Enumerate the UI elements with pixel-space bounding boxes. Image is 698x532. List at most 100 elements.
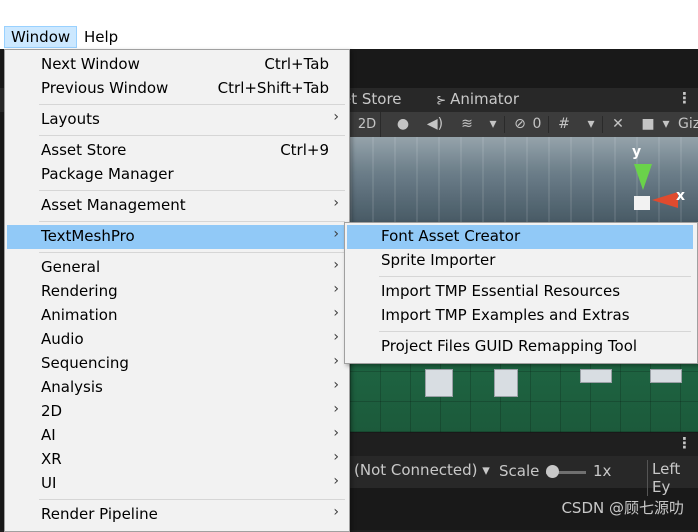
chevron-right-icon: › [333, 401, 339, 417]
chevron-right-icon: › [333, 329, 339, 345]
menu-item-asset-management[interactable]: Asset Management › [7, 194, 347, 218]
grid-dropdown-icon[interactable]: ▾ [584, 112, 598, 137]
menu-item-label: Import TMP Examples and Extras [381, 306, 630, 324]
menu-item-layouts[interactable]: Layouts › [7, 108, 347, 132]
scene-object [650, 369, 682, 383]
chevron-right-icon: › [333, 449, 339, 465]
game-view-toolbar: (Not Connected) ▾ Scale 1x Left Ey [350, 456, 698, 496]
menu-window[interactable]: Window [4, 26, 78, 48]
chevron-right-icon: › [333, 281, 339, 297]
game-view-tab-strip: ⋮ [350, 433, 698, 456]
gizmos-button[interactable]: Giz [678, 112, 698, 137]
menu-item-label: Analysis [41, 378, 103, 396]
menu-item-xr[interactable]: XR › [7, 448, 347, 472]
menu-item-ai[interactable]: AI › [7, 424, 347, 448]
effects-dropdown-icon[interactable]: ▾ [486, 112, 500, 137]
chevron-right-icon: › [333, 473, 339, 489]
menu-item-label: TextMeshPro [41, 227, 135, 245]
window-menu-dropdown: Next Window Ctrl+Tab Previous Window Ctr… [4, 49, 350, 532]
display-target-label: (Not Connected) [354, 461, 478, 479]
menu-item-next-window[interactable]: Next Window Ctrl+Tab [7, 53, 347, 77]
chevron-right-icon: › [333, 109, 339, 125]
chevron-right-icon: › [333, 226, 339, 242]
camera-dropdown-icon[interactable]: ▾ [660, 112, 672, 137]
scene-object [494, 369, 518, 397]
tools-icon[interactable]: ✕ [608, 112, 628, 137]
menu-item-general[interactable]: General › [7, 256, 347, 280]
menu-item-audio[interactable]: Audio › [7, 328, 347, 352]
menu-item-animation[interactable]: Animation › [7, 304, 347, 328]
chevron-right-icon: › [333, 353, 339, 369]
axis-y-cone-icon[interactable] [634, 164, 652, 190]
menu-item-rendering[interactable]: Rendering › [7, 280, 347, 304]
orientation-gizmo[interactable]: y x [600, 144, 690, 228]
scale-value: 1x [593, 462, 612, 480]
submenu-item-import-examples-extras[interactable]: Import TMP Examples and Extras [347, 304, 693, 328]
menu-item-previous-window[interactable]: Previous Window Ctrl+Shift+Tab [7, 77, 347, 101]
hidden-count: 0 [532, 116, 542, 132]
scale-slider-handle[interactable] [546, 465, 559, 478]
submenu-item-guid-remapping-tool[interactable]: Project Files GUID Remapping Tool [347, 335, 693, 359]
animator-icon: ⊱ [436, 93, 447, 107]
audio-icon[interactable]: ◀) [426, 112, 444, 137]
menu-item-label: Render Pipeline [41, 505, 158, 523]
scene-visibility-icon[interactable]: ⊘ [510, 112, 530, 137]
menu-item-label: Asset Management [41, 196, 186, 214]
menu-item-label: Animation [41, 306, 118, 324]
chevron-right-icon: › [333, 257, 339, 273]
menu-item-label: Font Asset Creator [381, 227, 521, 245]
scene-toolbar: 2D ● ◀) ≋ ▾ ⊘ 0 # ▾ ✕ ■ ▾ Giz [350, 112, 698, 137]
menu-item-label: UI [41, 474, 57, 492]
submenu-item-sprite-importer[interactable]: Sprite Importer [347, 249, 693, 273]
axis-y-label: y [632, 144, 642, 160]
eye-selector-dropdown[interactable]: Left Ey [647, 460, 698, 496]
axis-x-label: x [676, 188, 686, 204]
menu-item-label: Next Window [41, 55, 140, 73]
menu-help[interactable]: Help [78, 26, 124, 48]
scale-label: Scale [499, 462, 540, 480]
scene-object [425, 369, 453, 397]
chevron-right-icon: › [333, 377, 339, 393]
grid-snap-icon[interactable]: # [554, 112, 574, 137]
menu-item-package-manager[interactable]: Package Manager [7, 163, 347, 187]
tab-animator-label: Animator [450, 90, 520, 108]
menu-item-label: Asset Store [41, 141, 127, 159]
menu-item-label: Sprite Importer [381, 251, 496, 269]
display-target-dropdown[interactable]: (Not Connected) ▾ [354, 461, 490, 479]
watermark: CSDN @顾七源叻 [561, 499, 684, 517]
gizmo-center-cube-icon[interactable] [634, 196, 650, 210]
chevron-right-icon: › [333, 305, 339, 321]
menu-item-label: Package Manager [41, 165, 174, 183]
chevron-right-icon: › [333, 504, 339, 520]
submenu-item-import-essential-resources[interactable]: Import TMP Essential Resources [347, 280, 693, 304]
menu-item-textmeshpro[interactable]: TextMeshPro › [7, 225, 347, 249]
menu-item-label: Import TMP Essential Resources [381, 282, 621, 300]
menu-item-sequencing[interactable]: Sequencing › [7, 352, 347, 376]
menu-item-label: General [41, 258, 101, 276]
menu-item-label: Sequencing [41, 354, 129, 372]
menu-item-label: AI [41, 426, 56, 444]
tab-animator[interactable]: ⊱ Animator [436, 90, 519, 108]
chevron-right-icon: › [333, 195, 339, 211]
menu-item-2d[interactable]: 2D › [7, 400, 347, 424]
2d-toggle-button[interactable]: 2D [354, 112, 381, 137]
menu-item-ui[interactable]: UI › [7, 472, 347, 496]
menu-item-label: Layouts [41, 110, 100, 128]
tab-asset-store[interactable]: et Store [342, 90, 402, 108]
more-options-icon[interactable]: ⋮ [677, 434, 692, 452]
menu-item-label: XR [41, 450, 62, 468]
shortcut-label: Ctrl+9 [280, 141, 329, 159]
menu-item-analysis[interactable]: Analysis › [7, 376, 347, 400]
menu-item-asset-store[interactable]: Asset Store Ctrl+9 [7, 139, 347, 163]
effects-icon[interactable]: ≋ [458, 112, 476, 137]
menu-item-label: Previous Window [41, 79, 169, 97]
axis-x-cone-icon[interactable] [652, 192, 678, 208]
menu-item-label: Project Files GUID Remapping Tool [381, 337, 638, 355]
menu-item-render-pipeline[interactable]: Render Pipeline › [7, 503, 347, 527]
textmeshpro-submenu: Font Asset Creator Sprite Importer Impor… [344, 222, 698, 364]
lighting-icon[interactable]: ● [394, 112, 412, 137]
camera-icon[interactable]: ■ [638, 112, 658, 137]
menu-item-label: Audio [41, 330, 84, 348]
more-options-icon[interactable]: ⋮ [677, 89, 692, 107]
submenu-item-font-asset-creator[interactable]: Font Asset Creator [347, 225, 693, 249]
